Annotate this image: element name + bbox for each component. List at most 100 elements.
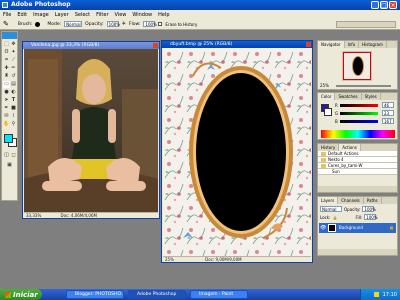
flow-label: Flow: [128,21,141,27]
menu-file[interactable]: File [0,12,14,18]
brush-tool-icon[interactable]: ✏ [10,65,17,72]
pen-tool-icon[interactable]: ✒ [3,105,10,112]
mode-label: Mode: [47,21,62,27]
tab-history[interactable]: History [318,144,340,151]
lock-icon[interactable]: 🔒 [332,215,337,220]
stamp-tool-icon[interactable]: ♜ [3,73,10,80]
shape-tool-icon[interactable]: ■ [10,105,17,112]
palette-well[interactable] [336,20,396,28]
opacity-input[interactable]: 100% [106,21,120,27]
fill-input[interactable]: 100% [364,214,378,220]
taskbar-item-photoshop[interactable]: Adobe Photoshop [128,290,186,299]
channel-b-label: B [335,119,338,124]
taskbar-item-blogger[interactable]: Blogger: PHOTOSHO... [66,290,124,299]
channel-b-value[interactable]: 167 [382,118,394,124]
brush-preset-picker[interactable] [35,21,41,27]
close-button[interactable]: × [389,1,397,9]
action-set-name: Default Actions [328,151,359,156]
quick-mask-icon[interactable]: ◫ [3,152,10,159]
taskbar-item-paint[interactable]: Imagem - Paint [190,290,248,299]
gradient-tool-icon[interactable]: ▤ [10,81,17,88]
photo-canvas[interactable] [24,49,158,212]
lasso-tool-icon[interactable]: ʘ [3,49,10,56]
layer-row-background[interactable]: 👁 Background 🔒 [319,223,396,233]
color-bg-swatch[interactable] [324,108,332,116]
tab-layers[interactable]: Layers [318,197,339,204]
channel-r-value[interactable]: 46 [382,102,394,108]
type-tool-icon[interactable]: T [10,97,17,104]
options-bar: ✎ Brush: Mode: Normal Opacity: 100% ✈ Fl… [0,19,400,30]
tab-info[interactable]: Info [345,41,360,48]
tab-navigator[interactable]: Navigator [318,41,345,48]
menu-window[interactable]: Window [129,12,155,18]
action-row[interactable]: Sun [318,169,397,175]
tab-swatches[interactable]: Swatches [335,93,362,100]
zoom-tool-icon[interactable]: ⚲ [10,121,17,128]
eraser-tool-button-icon[interactable]: ▭ [3,81,10,88]
navigator-zoom-slider[interactable] [336,85,391,87]
menu-select[interactable]: Select [72,12,93,18]
tab-histogram[interactable]: Histogram [359,41,387,48]
path-selection-tool-icon[interactable]: ➤ [3,97,10,104]
menu-view[interactable]: View [112,12,130,18]
menu-layer[interactable]: Layer [52,12,72,18]
frame-canvas[interactable] [163,48,311,256]
eye-icon[interactable]: 👁 [320,225,326,231]
healing-brush-tool-icon[interactable]: ✚ [3,65,10,72]
menu-image[interactable]: Image [30,12,52,18]
blend-mode-select[interactable]: Normal [320,206,342,212]
folder-icon [321,164,326,168]
start-button[interactable]: Iniciar [0,289,42,300]
standard-mode-icon[interactable]: ◻ [10,152,17,159]
menu-edit[interactable]: Edit [14,12,30,18]
navigator-preview[interactable] [342,51,372,81]
history-checkbox[interactable] [158,22,163,26]
tab-color[interactable]: Color [318,93,336,100]
action-set-name: Nekto 4 [328,157,344,162]
document-window-dbyuft[interactable]: dbyuft.bmp @ 25% (RGB/8) 25% Doc: 9,00M/… [161,40,313,263]
clock[interactable]: 17:10 [383,292,397,298]
document-window-vanilena[interactable]: Vanilena.jpg @ 33,3% (RGB/8) 33,33% Doc:… [22,41,160,219]
channel-b-slider[interactable] [340,120,378,123]
flow-input[interactable]: 100% [143,21,157,27]
eyedropper-tool-icon[interactable]: ⌇ [10,113,17,120]
channel-r-slider[interactable] [340,104,378,107]
menu-filter[interactable]: Filter [93,12,111,18]
document-close-icon-active[interactable] [306,42,311,47]
foreground-color-swatch[interactable] [4,134,13,143]
navigator-zoom-value[interactable]: 25% [320,83,329,88]
navigator-view-box[interactable] [343,52,371,80]
hand-tool-icon[interactable]: ✋ [3,121,10,128]
eraser-tool-icon[interactable]: ✎ [3,20,9,28]
document-close-icon[interactable] [153,43,158,48]
blur-tool-icon[interactable]: ● [3,89,10,96]
maximize-button[interactable]: □ [380,1,388,9]
dodge-tool-icon[interactable]: ◐ [10,89,17,96]
minimize-button[interactable]: _ [371,1,379,9]
marquee-tool-icon[interactable]: ⬚ [3,41,10,48]
tray-icon[interactable] [373,292,379,297]
crop-tool-icon[interactable]: ⌗ [3,57,10,64]
slice-tool-icon[interactable]: ⟋ [10,57,17,64]
zoom-readout-active[interactable]: 25% [163,257,174,262]
tab-actions[interactable]: Actions [339,144,361,151]
move-tool-icon[interactable]: ✥ [10,41,17,48]
zoom-readout[interactable]: 33,33% [24,213,41,218]
mode-select[interactable]: Normal [64,21,83,27]
layer-opacity-input[interactable]: 100% [362,206,376,212]
magic-wand-tool-icon[interactable]: ✦ [10,49,17,56]
color-spectrum-bar[interactable] [321,130,395,138]
history-brush-tool-icon[interactable]: ↺ [10,73,17,80]
airbrush-icon[interactable]: ✈ [122,21,126,27]
screen-mode-icon[interactable]: ▣ [6,162,13,169]
actions-panel: History Actions Default Actions Nekto 4 … [317,143,398,193]
start-label: Iniciar [13,290,38,299]
tab-styles[interactable]: Styles [362,93,381,100]
channel-g-slider[interactable] [340,112,378,115]
actions-bottom-bar [318,186,397,192]
menu-help[interactable]: Help [155,12,172,18]
notes-tool-icon[interactable]: ✉ [3,113,10,120]
tab-paths[interactable]: Paths [364,197,382,204]
tab-channels[interactable]: Channels [338,197,364,204]
channel-g-value[interactable]: 23 [382,110,394,116]
